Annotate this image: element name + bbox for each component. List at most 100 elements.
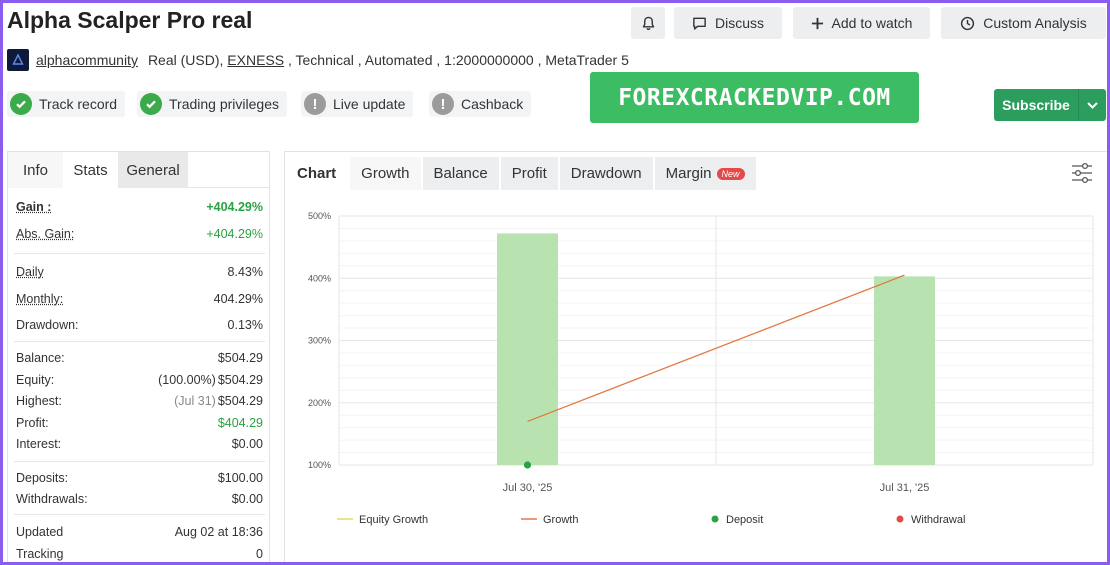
account-type: Real (USD), (147, 52, 228, 68)
stat-label: Withdrawals: (16, 492, 88, 506)
growth-bar (497, 233, 558, 465)
stat-value: +404.29% (206, 227, 263, 241)
stat-value: +404.29% (206, 200, 263, 214)
stat-value: $504.29 (217, 351, 263, 365)
stat-value: $0.00 (231, 437, 263, 451)
stat-label: Highest: (16, 394, 62, 408)
stat-label[interactable]: Monthly: (16, 292, 63, 306)
divider (14, 461, 265, 462)
check-circle-icon (140, 93, 162, 115)
logo-icon (12, 53, 24, 65)
divider (14, 253, 265, 254)
chart-panel: Chart Growth Balance Profit Drawdown Mar… (284, 151, 1107, 562)
exclamation-circle-icon: ! (432, 93, 454, 115)
stat-row-daily: Daily 8.43% (16, 262, 263, 282)
stat-label: Balance: (16, 351, 65, 365)
stat-label[interactable]: Abs. Gain: (16, 227, 74, 241)
badge-label: Live update (333, 96, 406, 112)
stat-row-gain: Gain : +404.29% (16, 197, 263, 217)
stat-row-monthly: Monthly: 404.29% (16, 289, 263, 309)
tab-stats[interactable]: Stats (63, 152, 118, 188)
stats-panel: Info Stats General Gain : +404.29% Abs. … (7, 151, 270, 562)
page-title: Alpha Scalper Pro real (7, 7, 253, 33)
stat-label: Equity: (16, 373, 55, 387)
stat-label: Profit: (16, 416, 49, 430)
account-details: , Technical , Automated , 1:2000000000 ,… (284, 52, 629, 68)
tab-info[interactable]: Info (8, 152, 63, 188)
badge-cashback[interactable]: ! Cashback (429, 91, 532, 117)
badge-live-update[interactable]: ! Live update (301, 91, 414, 117)
stat-value: $504.29 (217, 373, 263, 387)
growth-bar (874, 276, 935, 465)
stat-value: $100.00 (217, 471, 263, 485)
stat-row-profit: Profit: $404.29 (16, 413, 263, 433)
stat-value: 0.13% (227, 318, 263, 332)
notify-button[interactable] (631, 7, 665, 39)
stat-prefix: (Jul 31) (174, 394, 216, 408)
watch-label: Add to watch (831, 15, 913, 31)
legend-swatch (896, 515, 904, 523)
stat-label[interactable]: Gain : (16, 200, 51, 214)
broker-link[interactable]: EXNESS (227, 52, 284, 68)
avatar[interactable] (7, 49, 29, 71)
stat-row-balance: Balance: $504.29 (16, 348, 263, 368)
badge-label: Cashback (461, 96, 524, 112)
custom-analysis-button[interactable]: Custom Analysis (941, 7, 1106, 39)
stat-label: Tracking (16, 547, 64, 561)
badge-label: Trading privileges (169, 96, 279, 112)
comment-icon (693, 17, 706, 30)
check-circle-icon (10, 93, 32, 115)
badge-trading-privileges[interactable]: Trading privileges (137, 91, 287, 117)
legend-label: Growth (543, 514, 578, 526)
stat-value: Aug 02 at 18:36 (174, 525, 263, 539)
stat-label: Deposits: (16, 471, 69, 485)
badge-track-record[interactable]: Track record (7, 91, 126, 117)
bell-icon (642, 16, 654, 30)
badge-label: Track record (39, 96, 118, 112)
stat-row-withdrawals: Withdrawals: $0.00 (16, 489, 263, 509)
x-tick-label: Jul 31, '25 (880, 482, 930, 494)
watermark-banner: FOREXCRACKEDVIP.COM (590, 72, 919, 123)
clock-icon (961, 16, 975, 30)
stat-row-drawdown: Drawdown: 0.13% (16, 315, 263, 335)
stat-row-highest: Highest: (Jul 31) $504.29 (16, 391, 263, 411)
y-tick-label: 100% (308, 460, 331, 470)
stat-row-abs-gain: Abs. Gain: +404.29% (16, 224, 263, 244)
growth-chart: 500% 400% 300% 200% 100% Jul 30, '25 Jul 31, '… (308, 211, 1094, 526)
stat-row-updated: Updated Aug 02 at 18:36 (16, 522, 263, 542)
stat-value: $504.29 (217, 394, 263, 408)
stat-prefix: (100.00%) (158, 373, 216, 387)
exclamation-circle-icon: ! (304, 93, 326, 115)
stat-row-deposits: Deposits: $100.00 (16, 468, 263, 488)
discuss-button[interactable]: Discuss (674, 7, 782, 39)
stat-value: $0.00 (231, 492, 263, 506)
stats-tabs: Info Stats General (8, 152, 269, 188)
discuss-label: Discuss (714, 15, 764, 31)
divider (14, 341, 265, 342)
y-tick-label: 500% (308, 211, 331, 221)
stat-row-equity: Equity: (100.00%) $504.29 (16, 370, 263, 390)
legend-label: Deposit (726, 514, 763, 526)
stat-label: Updated (16, 525, 64, 539)
add-to-watch-button[interactable]: Add to watch (793, 7, 930, 39)
legend-swatch (711, 515, 719, 523)
plus-icon (811, 17, 823, 29)
custom-analysis-label: Custom Analysis (983, 15, 1087, 31)
stat-value: 0 (256, 547, 263, 561)
subscribe-button[interactable]: Subscribe (994, 89, 1106, 121)
legend-label: Equity Growth (359, 514, 428, 526)
stat-value: 404.29% (213, 292, 263, 306)
stat-label: Drawdown: (16, 318, 79, 332)
stat-label[interactable]: Daily (16, 265, 44, 279)
y-tick-label: 200% (308, 398, 331, 408)
stat-label: Interest: (16, 437, 62, 451)
tab-general[interactable]: General (118, 152, 188, 188)
divider (14, 514, 265, 515)
deposit-point (523, 461, 532, 469)
page-frame: Alpha Scalper Pro real Discuss Add to wa… (3, 3, 1107, 562)
stat-row-tracking: Tracking 0 (16, 544, 263, 562)
author-link[interactable]: alphacommunity (36, 52, 138, 68)
legend-label: Withdrawal (911, 514, 965, 526)
chevron-down-icon[interactable] (1078, 89, 1106, 121)
account-meta: alphacommunity Real (USD), EXNESS , Tech… (7, 49, 629, 71)
